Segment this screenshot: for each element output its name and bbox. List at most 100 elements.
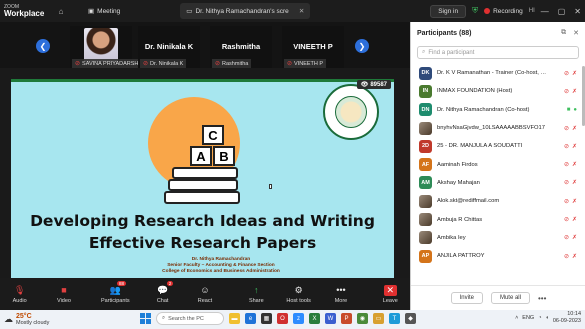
participant-row[interactable]: Alok.skt@rediffmail.com ⊘ ✗ [411, 192, 581, 210]
strip-next-button[interactable]: ❯ [355, 39, 369, 53]
toolbar-react-button[interactable]: ☺ React [185, 278, 224, 310]
toolbar-video-button[interactable]: ■ Video [44, 278, 83, 310]
store-icon[interactable]: ▦ [261, 313, 272, 324]
participant-search-input[interactable]: ⌕ Find a participant [417, 46, 579, 59]
close-tab-icon[interactable]: ✕ [299, 7, 304, 15]
video-off-icon: ⊘ [563, 235, 569, 242]
mic-muted-icon: ✗ [571, 70, 577, 77]
toolbar-share-button[interactable]: ↑ Share [237, 278, 276, 310]
tile-label: ⊘ Dr. Ninikala K [140, 59, 187, 68]
participant-row[interactable]: Ambika Iey ⊘ ✗ [411, 229, 581, 247]
avatar: IN [419, 84, 432, 98]
tile-name: Dr. Ninikala K [144, 42, 194, 51]
mic-muted-icon: ⊘ [143, 61, 149, 67]
teams-icon[interactable]: T [389, 313, 400, 324]
block-letter: C [208, 128, 218, 143]
start-button[interactable] [140, 313, 151, 324]
office-icon[interactable]: O [277, 313, 288, 324]
mic-muted-icon: 🎙 [13, 284, 26, 295]
screen: ZOOM Workplace ⌂ ▣ Meeting ▭ Dr. Nithya … [0, 0, 585, 329]
volume-icon[interactable]: ◖ [546, 315, 549, 321]
avatar: AF [419, 158, 432, 172]
powerpoint-icon[interactable]: P [341, 313, 352, 324]
tab-shared-screen[interactable]: ▭ Dr. Nithya Ramachandran's scre ✕ [180, 3, 311, 19]
toolbar-more-button[interactable]: ••• More [321, 278, 360, 310]
toolbar-participants-button[interactable]: 👥 88 Participants [96, 278, 135, 310]
system-tray: ˄ ENG ◔ ◖ 10:14 06-09-2023 [515, 311, 581, 324]
participant-list[interactable]: DK Dr. K V Ramanathan - Trainer (Co-host,… [411, 64, 581, 285]
taskbar-search[interactable]: ⌕ Search the PC [156, 312, 224, 325]
tile-label: ⊘ VINEETH P [284, 59, 327, 68]
app-icon[interactable]: ◆ [405, 313, 416, 324]
participant-row[interactable]: Ambuja R Chittas ⊘ ✗ [411, 210, 581, 228]
participant-row[interactable]: AM Akshay Mahajan ⊘ ✗ [411, 174, 581, 192]
avatar: 2D [419, 139, 432, 153]
toolbar-leave-button[interactable]: ✕ Leave [371, 278, 410, 310]
video-tile[interactable]: Rashmitha ⊘ Rashmitha [210, 26, 272, 68]
mic-muted-icon: ✗ [571, 143, 577, 150]
participant-row[interactable]: DN Dr. Nithya Ramachandran (Co-host) ■ ● [411, 101, 581, 119]
close-window-icon[interactable]: ✕ [574, 7, 581, 16]
file-explorer-icon[interactable]: ▬ [229, 313, 240, 324]
share-icon: ↑ [254, 284, 259, 295]
chrome-icon[interactable]: ◉ [357, 313, 368, 324]
close-panel-icon[interactable]: ✕ [573, 29, 579, 37]
mute-all-button[interactable]: Mute all [490, 292, 530, 304]
toolbar-host-tools-button[interactable]: ⚙ Host tools [279, 278, 318, 310]
chevron-up-icon[interactable]: ˄ [515, 315, 518, 321]
participant-row[interactable]: AF Aaminah Firdos ⊘ ✗ [411, 155, 581, 173]
recording-indicator[interactable]: Recording [484, 8, 523, 15]
participants-icon: 👥 [109, 284, 121, 295]
maximize-icon[interactable]: ▢ [558, 7, 566, 16]
toolbar-chat-button[interactable]: 💬 2 Chat [143, 278, 182, 310]
search-icon: ⌕ [422, 49, 426, 55]
share-indicator-bar [11, 79, 394, 82]
home-icon[interactable]: ⌂ [54, 4, 68, 18]
participant-name: Dr. Nithya Ramachandran (Co-host) [437, 106, 530, 113]
mic-muted-icon: ✗ [571, 162, 577, 169]
participant-row[interactable]: IN INMAX FOUNDATION (Host) ⊘ ✗ [411, 82, 581, 100]
title-bar: ZOOM Workplace ⌂ ▣ Meeting ▭ Dr. Nithya … [0, 0, 585, 22]
excel-icon[interactable]: X [309, 313, 320, 324]
video-tile[interactable]: ⊘ SAVINA PRIYADARSHI [70, 26, 143, 68]
more-options-icon[interactable]: ••• [538, 294, 546, 303]
strip-prev-button[interactable]: ❮ [36, 39, 50, 53]
video-tile[interactable]: Dr. Ninikala K ⊘ Dr. Ninikala K [138, 26, 200, 68]
participants-header: Participants (88) ⧉ ✕ [411, 22, 585, 44]
language-indicator[interactable]: ENG [522, 315, 534, 321]
sign-in-button[interactable]: Sign in [430, 4, 467, 18]
tile-label: ⊘ Rashmitha [212, 59, 252, 68]
folder-icon[interactable]: ▭ [373, 313, 384, 324]
video-off-icon: ■ [61, 284, 67, 295]
weather-widget[interactable]: ☁ 25°C Mostly cloudy [0, 313, 60, 327]
toolbar-audio-button[interactable]: 🎙 Audio [0, 278, 39, 310]
word-icon[interactable]: W [325, 313, 336, 324]
participant-row[interactable]: AP ANJILA PATTROY ⊘ ✗ [411, 247, 581, 265]
zoom-app-icon[interactable]: z [293, 313, 304, 324]
toolbar-label: Share [248, 297, 264, 304]
minimize-icon[interactable]: — [541, 7, 549, 16]
block-letter: B [219, 149, 228, 164]
viewer-count-badge: 👁 89587 [356, 80, 391, 89]
mic-on-icon: ● [573, 106, 577, 113]
language-label: HI [528, 8, 535, 14]
popout-icon[interactable]: ⧉ [561, 29, 566, 37]
share-stage: C A B 👁 89587 Developing Research Ideas … [0, 68, 410, 279]
video-tile[interactable]: VINEETH P ⊘ VINEETH P [282, 26, 344, 68]
participant-row[interactable]: DK Dr. K V Ramanathan - Trainer (Co-host,… [411, 64, 581, 82]
invite-button[interactable]: Invite [450, 292, 483, 304]
participants-title: Participants (88) [417, 29, 472, 37]
tab-meeting[interactable]: ▣ Meeting [88, 7, 120, 16]
edge-icon[interactable]: e [245, 313, 256, 324]
count-badge: 88 [116, 281, 126, 286]
wifi-icon[interactable]: ◔ [538, 315, 541, 321]
participant-row[interactable]: bnyhvNsaGjvdw_10LSAAAAABBSVFO17 ⊘ ✗ [411, 119, 581, 137]
participant-row[interactable]: 2D 25 - DR. MANJULA A SOUDATTI ⊘ ✗ [411, 137, 581, 155]
tile-name: VINEETH P [293, 42, 333, 51]
security-shield-icon[interactable]: ⛨ [472, 6, 478, 16]
clock[interactable]: 10:14 06-09-2023 [553, 311, 581, 324]
tile-name: Rashmitha [221, 42, 261, 51]
toolbar-label: Participants [100, 297, 130, 304]
toolbar-label: Host tools [286, 297, 311, 304]
avatar: DK [419, 66, 432, 80]
